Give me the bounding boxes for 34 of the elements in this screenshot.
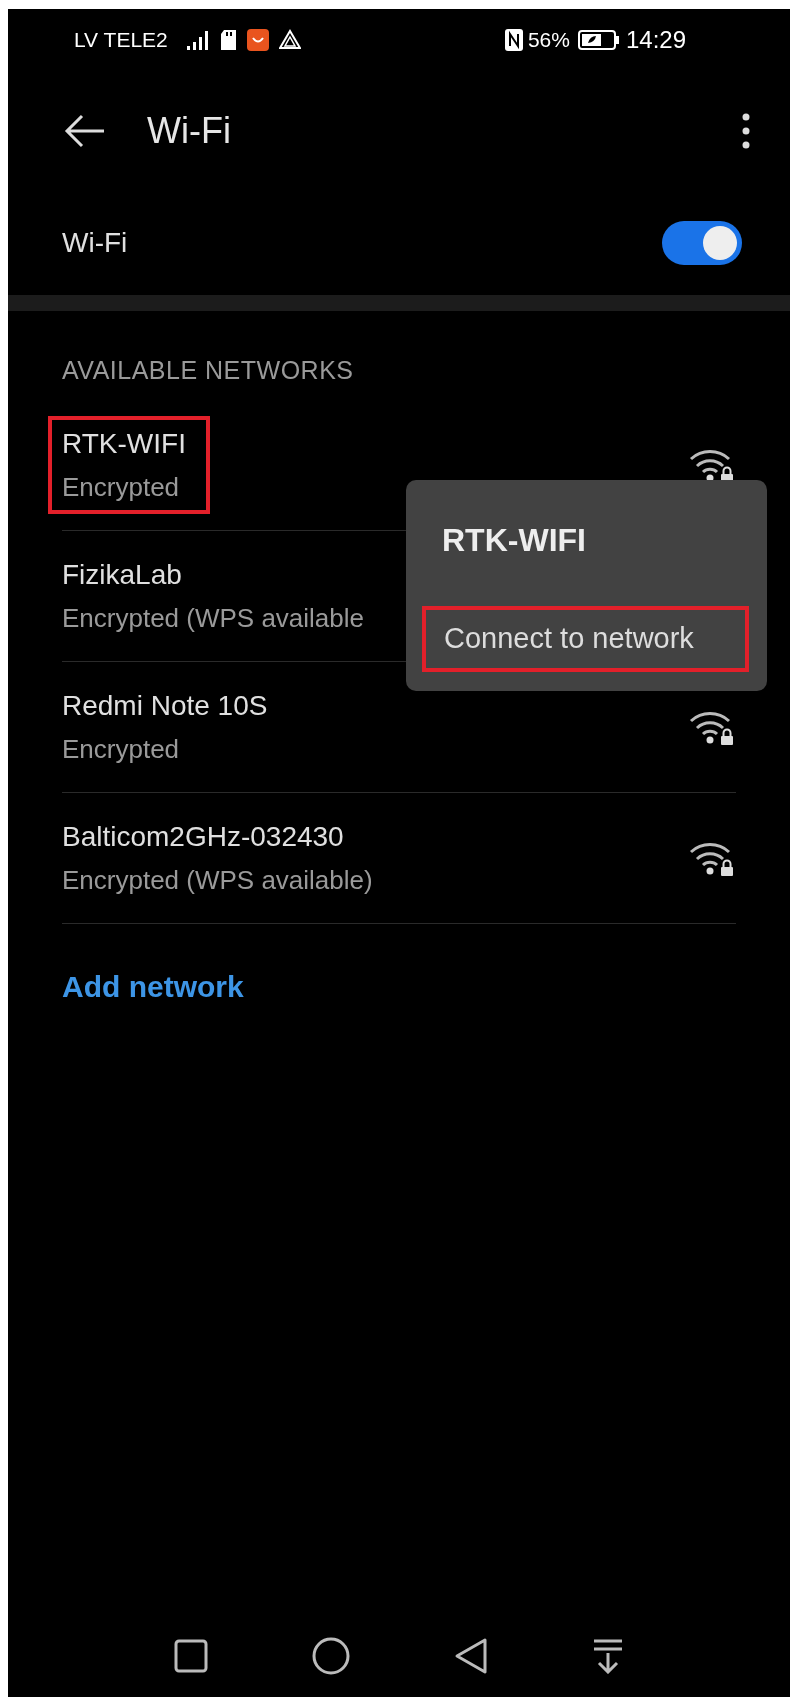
network-label[interactable]: RTK-WIFI Encrypted: [48, 415, 210, 514]
carrier-name: LV TELE2: [74, 27, 168, 54]
menu-title: RTK-WIFI: [442, 521, 586, 560]
network-security: Encrypted (WPS available): [62, 864, 373, 895]
sd-card-icon: [219, 29, 237, 51]
clock-time: 14:29: [625, 25, 686, 55]
home-icon[interactable]: [312, 1637, 350, 1675]
page-title: Wi-Fi: [147, 109, 231, 153]
network-label[interactable]: FizikaLab Encrypted (WPS available: [62, 558, 365, 633]
shopping-app-icon: [246, 29, 269, 51]
recent-apps-icon[interactable]: [174, 1639, 208, 1673]
nfc-icon: [503, 28, 524, 52]
triangle-app-icon: [278, 29, 301, 51]
network-label[interactable]: Redmi Note 10S Encrypted: [62, 689, 268, 764]
network-name[interactable]: Balticom2GHz-032430: [62, 820, 373, 853]
network-name[interactable]: FizikaLab: [62, 558, 365, 591]
signal-icon: [185, 29, 210, 51]
network-name[interactable]: RTK-WIFI: [62, 427, 186, 460]
back-arrow-icon[interactable]: [64, 113, 106, 149]
network-label[interactable]: Balticom2GHz-032430 Encrypted (WPS available): [62, 820, 373, 895]
menu-item[interactable]: Connect to network: [422, 606, 749, 672]
network-security: Encrypted (WPS available: [62, 602, 365, 633]
section-header: AVAILABLE NETWORKS: [61, 355, 355, 386]
wifi-toggle[interactable]: [662, 221, 742, 265]
add-network-link[interactable]: Add network: [8, 923, 790, 1009]
more-options-icon[interactable]: [742, 113, 750, 149]
network-security: Encrypted: [62, 471, 181, 502]
notification-pull-icon[interactable]: [592, 1638, 624, 1674]
network-security: Encrypted: [62, 733, 181, 764]
network-name[interactable]: Redmi Note 10S: [62, 689, 268, 722]
battery-percent: 56%: [527, 27, 570, 54]
battery-icon: [577, 29, 620, 51]
wifi-label: Wi-Fi: [62, 226, 128, 260]
back-icon[interactable]: [454, 1637, 488, 1675]
